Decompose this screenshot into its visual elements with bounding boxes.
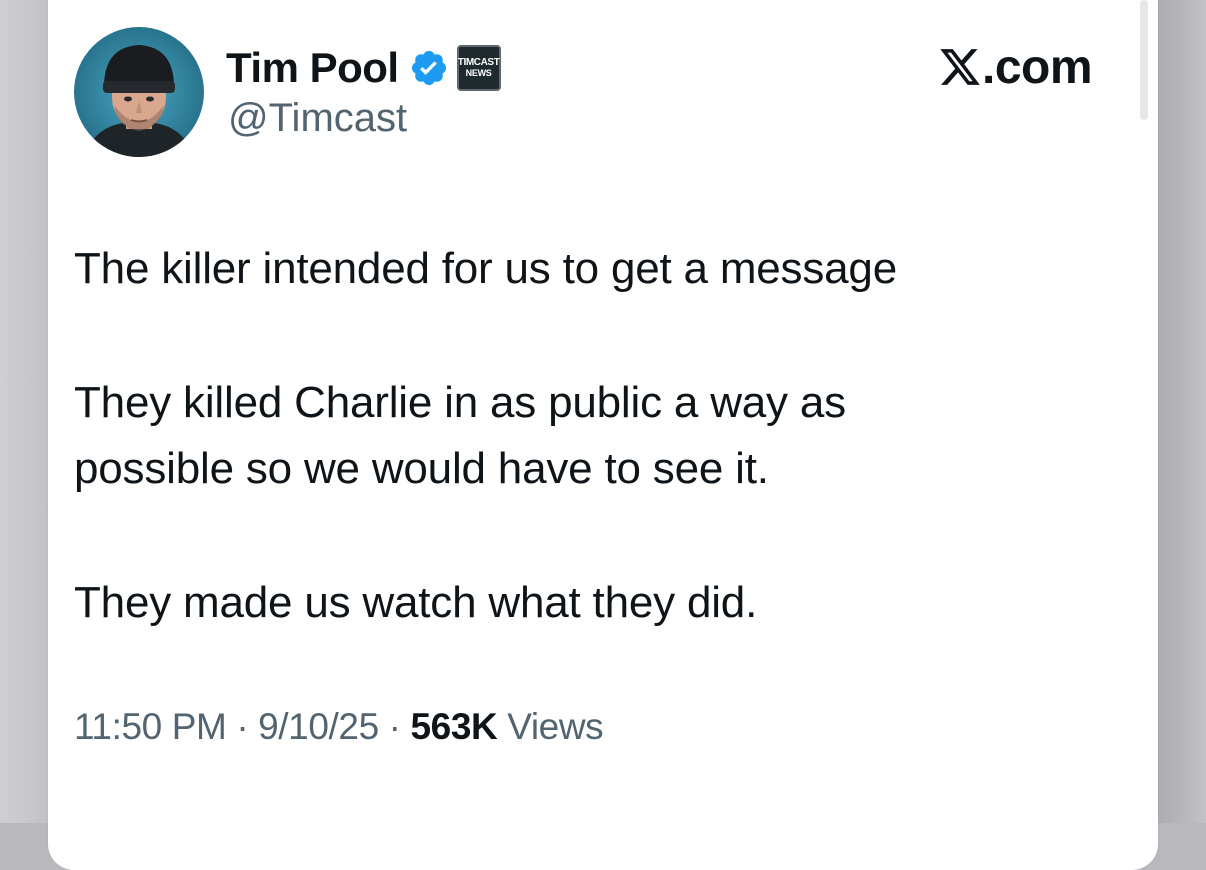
tweet-line-3: possible so we would have to see it. — [74, 444, 769, 493]
background-left — [0, 0, 52, 823]
views-label: Views — [497, 706, 604, 747]
avatar[interactable] — [74, 27, 204, 157]
author-name-row: Tim Pool TIMCAST NEWS — [226, 38, 501, 98]
views-count[interactable]: 563K — [410, 706, 497, 747]
x-logo-icon — [940, 49, 980, 85]
tweet-line-1: The killer intended for us to get a mess… — [74, 244, 897, 293]
tweet-line-4: They made us watch what they did. — [74, 578, 758, 627]
author-name[interactable]: Tim Pool — [226, 44, 399, 92]
affiliate-badge-line1: TIMCAST — [457, 57, 500, 68]
tweet-line-2: They killed Charlie in as public a way a… — [74, 378, 846, 427]
tweet-date[interactable]: 9/10/25 — [258, 706, 379, 747]
author-handle[interactable]: @Timcast — [228, 96, 407, 141]
meta-separator: · — [226, 706, 259, 747]
tweet-time[interactable]: 11:50 PM — [74, 706, 227, 747]
verified-badge-icon[interactable] — [409, 48, 449, 88]
scrollbar[interactable] — [1140, 0, 1148, 120]
tweet-meta: 11:50 PM · 9/10/25 · 563K Views — [74, 706, 604, 748]
meta-separator: · — [378, 706, 411, 747]
timcast-news-badge-icon[interactable]: TIMCAST NEWS — [456, 45, 501, 91]
site-brand: .com — [938, 38, 1093, 96]
brand-domain: .com — [982, 40, 1093, 94]
tweet-body: The killer intended for us to get a mess… — [74, 236, 1074, 636]
affiliate-badge-line2: NEWS — [465, 68, 492, 78]
